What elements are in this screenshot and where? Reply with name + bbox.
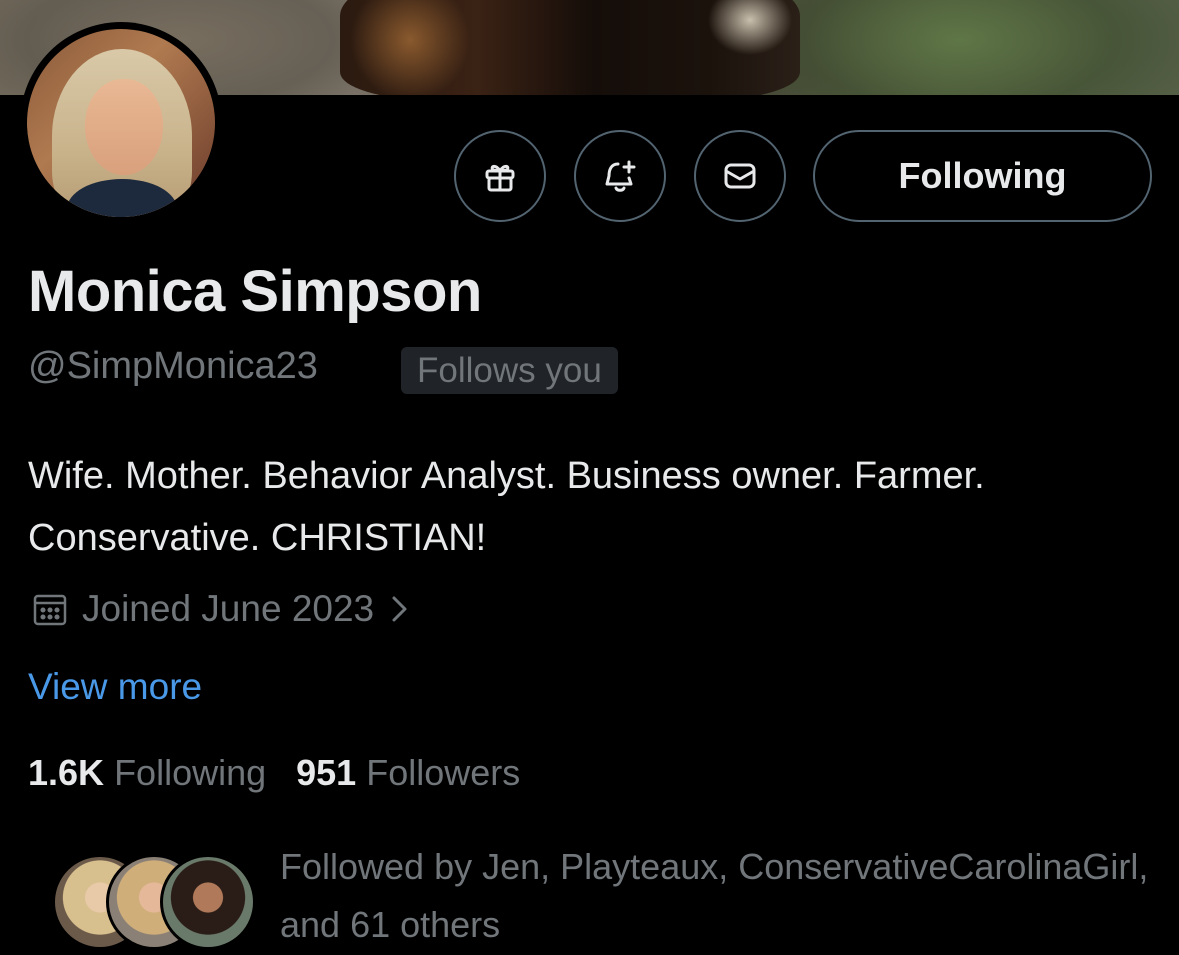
following-button-label: Following [898, 155, 1067, 196]
gift-button[interactable] [454, 130, 546, 222]
display-name: Monica Simpson [28, 259, 482, 324]
message-button[interactable] [694, 130, 786, 222]
view-more-link[interactable]: View more [28, 666, 202, 708]
user-handle: @SimpMonica23 [28, 345, 318, 387]
avatar-photo [27, 29, 215, 217]
followers-label: Followers [366, 752, 521, 793]
joined-date: Joined June 2023 [82, 588, 375, 629]
profile-avatar[interactable] [20, 22, 222, 224]
joined-date-row[interactable]: Joined June 2023 [32, 588, 412, 630]
chevron-right-icon [392, 596, 407, 622]
following-label: Following [114, 752, 267, 793]
followed-by-text[interactable]: Followed by Jen, Playteaux, Conservative… [280, 838, 1160, 954]
following-stat[interactable]: 1.6K Following [28, 752, 266, 793]
following-button[interactable]: Following [813, 130, 1152, 222]
follows-you-badge: Follows you [401, 347, 618, 394]
mutual-followers-avatars[interactable] [52, 854, 256, 950]
banner-photo [340, 0, 800, 95]
followers-count: 951 [296, 752, 357, 793]
avatar [160, 854, 256, 950]
following-count: 1.6K [28, 752, 105, 793]
profile-bio: Wife. Mother. Behavior Analyst. Business… [28, 455, 985, 559]
follow-stats: 1.6K Following 951 Followers [28, 752, 520, 794]
calendar-icon [33, 594, 67, 626]
bell-plus-icon [605, 160, 636, 192]
envelope-icon [724, 163, 756, 189]
followers-stat[interactable]: 951 Followers [296, 752, 520, 793]
gift-icon [485, 164, 515, 192]
notify-button[interactable] [574, 130, 666, 222]
